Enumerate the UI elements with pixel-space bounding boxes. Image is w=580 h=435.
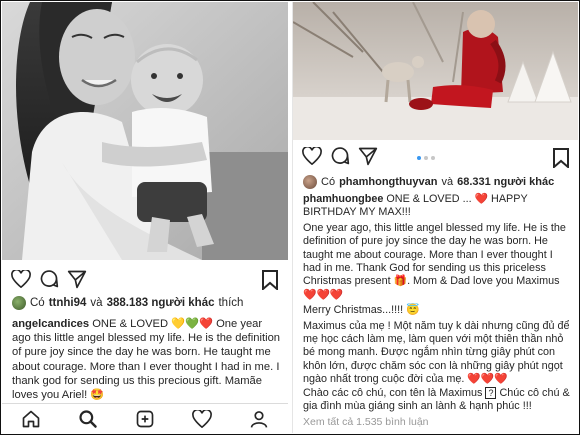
hearts-emoji: ❤️❤️❤️ [467,373,508,386]
caption-hearts-emoji: 💛💚❤️ [171,318,213,330]
likes-prefix: Có [321,176,336,188]
comment-bubble-icon[interactable] [36,268,62,290]
carousel-dot-active [417,156,421,160]
paper-plane-icon[interactable] [64,268,90,290]
left-action-bar [8,268,92,290]
person-icon[interactable] [245,405,273,433]
liker-username[interactable]: phamhongthuyvan [339,176,437,188]
right-action-bar [299,145,383,167]
likes-prefix: Có [30,297,45,309]
hearts-emoji: ❤️❤️❤️ [303,288,344,301]
angel-emoji: 😇 [406,304,420,317]
heart-outline-icon[interactable] [8,268,34,290]
right-caption: phamhuongbee ONE & LOVED ... ❤️ HAPPY BI… [303,193,573,414]
mother-and-baby-photo [2,2,288,260]
caption-heart-emoji: ❤️ [474,193,489,205]
caption-paragraph-2: Merry Christmas...!!!! 😇 [303,304,573,317]
left-instagram-post: Có ttnhi94 và 388.183 người khác thích a… [2,2,288,433]
caption-p3-text: Maximus của mẹ ! Một năm tuy k dài nhưng… [303,319,570,386]
caption-paragraph-1: One year ago, this little angel blessed … [303,222,573,302]
right-likes-row: Có phamhongthuyvan và 68.331 người khác [303,175,554,189]
caption-body: One year ago this little angel blessed m… [12,318,281,402]
caption-p4-text: Chào các cô chú, con tên là Maximus [303,386,483,399]
liker-avatar[interactable] [12,296,26,310]
caption-headline: ONE & LOVED ... [386,193,472,205]
caption-headline: ONE & LOVED [92,318,169,330]
right-post-photo[interactable] [293,2,578,140]
heart-outline-icon[interactable] [299,145,325,167]
activity-heart-icon[interactable] [188,405,216,433]
likes-and: và [441,176,454,188]
likes-count[interactable]: 68.331 người khác [457,176,554,188]
liker-avatar[interactable] [303,175,317,189]
caption-end-emoji: 🤩 [90,389,105,402]
left-likes-row: Có ttnhi94 và 388.183 người khác thích [12,296,243,310]
question-box-icon: ? [485,386,497,399]
comment-bubble-icon[interactable] [327,145,353,167]
liker-username[interactable]: ttnhi94 [49,297,87,309]
carousel-dots [417,156,435,160]
left-caption: angelcandices ONE & LOVED 💛💚❤️ One year … [12,317,282,402]
caption-first-paragraph: phamhuongbee ONE & LOVED ... ❤️ HAPPY BI… [303,193,573,220]
plus-square-icon[interactable] [131,405,159,433]
carousel-dot [431,156,435,160]
paper-plane-icon[interactable] [355,145,381,167]
carousel-dot [424,156,428,160]
caption-p2-text: Merry Christmas...!!!! [303,304,404,317]
left-post-photo[interactable] [2,2,288,260]
bottom-tab-bar [2,403,288,433]
caption-username[interactable]: phamhuongbee [303,193,383,205]
caption-paragraph-3: Maximus của mẹ ! Một năm tuy k dài nhưng… [303,320,573,387]
bookmark-icon[interactable] [553,148,569,173]
caption-username[interactable]: angelcandices [12,318,89,330]
home-icon[interactable] [17,405,45,433]
bookmark-icon[interactable] [262,270,278,295]
caption-p1-tail: . Mom & Dad love you Maximus [407,275,560,288]
right-instagram-post: Có phamhongthuyvan và 68.331 người khác … [292,2,578,433]
likes-suffix: thích [218,297,244,309]
gift-emoji: 🎁 [393,275,408,288]
baby-christmas-photo [293,2,578,140]
search-icon[interactable] [74,405,102,433]
likes-count[interactable]: 388.183 người khác [107,297,215,309]
likes-and: và [90,297,103,309]
caption-paragraph-4: Chào các cô chú, con tên là Maximus ? Ch… [303,386,573,414]
view-all-comments-link[interactable]: Xem tất cả 1.535 bình luận [303,416,429,428]
